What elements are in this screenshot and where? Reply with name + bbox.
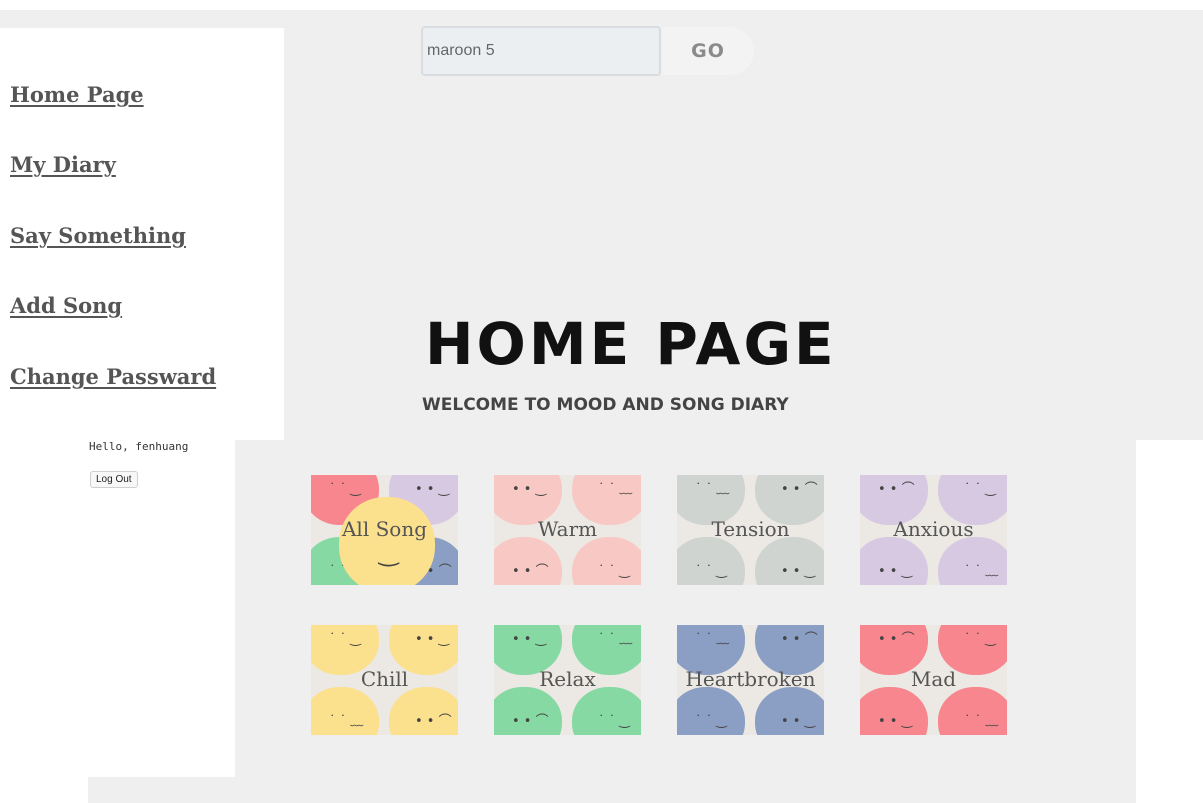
face-icon: • • ‿ xyxy=(415,632,450,647)
mood-tile-anxious[interactable]: • • ⌒ ˙ ˙ ‿ • • ‿ ˙ ˙ ﹏ Anxious xyxy=(860,475,1007,585)
mood-blob: • • ‿ xyxy=(755,687,824,735)
page-subtitle: WELCOME TO MOOD AND SONG DIARY xyxy=(422,395,789,415)
face-icon: ˙ ˙ ‿ xyxy=(329,632,361,647)
face-icon: ˙ ˙ ﹏ xyxy=(329,714,364,729)
face-icon: • • ⌒ xyxy=(415,714,452,729)
mood-blob: ˙ ˙ ‿ xyxy=(572,537,641,585)
face-icon: ˙ ˙ ‿ xyxy=(598,564,630,579)
search-input[interactable] xyxy=(421,26,661,76)
mood-label: Relax xyxy=(539,667,596,691)
sidebar-item-add-song[interactable]: Add Song xyxy=(10,293,122,318)
face-icon: ˙ ˙ ﹏ xyxy=(964,564,999,579)
mood-tile-warm[interactable]: • • ‿ ˙ ˙ ﹏ • • ⌒ ˙ ˙ ‿ Warm xyxy=(494,475,641,585)
face-icon: • • ⌒ xyxy=(781,482,818,497)
mood-tile-mad[interactable]: • • ⌒ ˙ ˙ ‿ • • ‿ ˙ ˙ ﹏ Mad xyxy=(860,625,1007,735)
face-icon: • • ‿ xyxy=(878,714,913,729)
face-icon: • • ⌒ xyxy=(878,482,915,497)
mood-blob: ˙ ˙ ‿ xyxy=(572,687,641,735)
face-icon: • • ⌒ xyxy=(878,632,915,647)
face-icon: ˙ ˙ ‿ xyxy=(598,714,630,729)
face-icon: • • ‿ xyxy=(781,564,816,579)
mood-blob: • • ⌒ xyxy=(494,537,562,585)
face-icon: ˙ ˙ ‿ xyxy=(329,482,361,497)
mood-label: Tension xyxy=(711,517,790,541)
mood-label: Chill xyxy=(360,667,409,691)
face-icon: ˙ ˙ ‿ xyxy=(964,482,996,497)
sidebar-item-change-password[interactable]: Change Passward xyxy=(10,364,216,389)
face-icon: • • ⌒ xyxy=(781,632,818,647)
mood-blob: • • ⌒ xyxy=(494,687,562,735)
face-icon: • • ⌒ xyxy=(512,564,549,579)
page-title: HOME PAGE xyxy=(425,310,837,378)
mood-blob: ˙ ˙ ﹏ xyxy=(311,687,379,735)
face-icon: • • ‿ xyxy=(415,482,450,497)
face-icon: • • ‿ xyxy=(878,564,913,579)
mood-blob: ˙ ˙ ﹏ xyxy=(938,687,1007,735)
face-icon: • • ‿ xyxy=(512,632,547,647)
face-icon: • • ‿ xyxy=(512,482,547,497)
mood-tile-chill[interactable]: ˙ ˙ ‿ • • ‿ ˙ ˙ ﹏ • • ⌒ Chill xyxy=(311,625,458,735)
mood-label: All Song xyxy=(341,517,428,541)
mood-blob: ˙ ˙ ‿ xyxy=(677,687,745,735)
face-icon: ˙ ˙ ﹏ xyxy=(964,714,999,729)
mood-label: Warm xyxy=(537,517,598,541)
mood-blob: • • ‿ xyxy=(860,687,928,735)
mood-label: Anxious xyxy=(893,517,974,541)
face-icon: • • ⌒ xyxy=(512,714,549,729)
face-icon: ˙ ˙ ﹏ xyxy=(598,482,633,497)
sidebar-item-say-something[interactable]: Say Something xyxy=(10,223,186,248)
mood-label: Mad xyxy=(910,667,957,691)
mood-blob: ˙ ˙ ‿ xyxy=(677,537,745,585)
mood-tile-tension[interactable]: ˙ ˙ ﹏ • • ⌒ ˙ ˙ ‿ • • ‿ Tension xyxy=(677,475,824,585)
sidebar-item-home-page[interactable]: Home Page xyxy=(10,82,144,107)
go-button[interactable]: GO xyxy=(662,27,754,75)
face-icon: ˙ ˙ ‿ xyxy=(695,714,727,729)
face-icon: • • ‿ xyxy=(781,714,816,729)
face-icon: ˙ ˙ ﹏ xyxy=(598,632,633,647)
mood-blob-main: ‿ xyxy=(339,497,435,585)
mood-label: Heartbroken xyxy=(685,667,816,691)
user-panel: Hello, fenhuang Log Out xyxy=(88,440,235,777)
face-icon: ˙ ˙ ﹏ xyxy=(695,632,730,647)
mood-blob: • • ‿ xyxy=(860,537,928,585)
sidebar-item-my-diary[interactable]: My Diary xyxy=(10,152,116,177)
mood-tile-relax[interactable]: • • ‿ ˙ ˙ ﹏ • • ⌒ ˙ ˙ ‿ Relax xyxy=(494,625,641,735)
mood-blob: ˙ ˙ ﹏ xyxy=(938,537,1007,585)
face-icon: ˙ ˙ ‿ xyxy=(964,632,996,647)
mood-tile-all-song[interactable]: ˙ ˙ ‿• • ‿˙ ˙ ﹏• • ⌒‿All Song xyxy=(311,475,458,585)
sidebar: Home Page My Diary Say Something Add Son… xyxy=(0,28,284,440)
user-greeting: Hello, fenhuang xyxy=(89,440,189,453)
logout-button[interactable]: Log Out xyxy=(90,471,138,488)
face-icon: ˙ ˙ ﹏ xyxy=(695,482,730,497)
mood-blob: • • ⌒ xyxy=(389,687,458,735)
face-icon: ˙ ˙ ‿ xyxy=(695,564,727,579)
face-icon: ‿ xyxy=(379,539,399,567)
mood-tile-heartbroken[interactable]: ˙ ˙ ﹏ • • ⌒ ˙ ˙ ‿ • • ‿ Heartbroken xyxy=(677,625,824,735)
mood-blob: • • ‿ xyxy=(755,537,824,585)
